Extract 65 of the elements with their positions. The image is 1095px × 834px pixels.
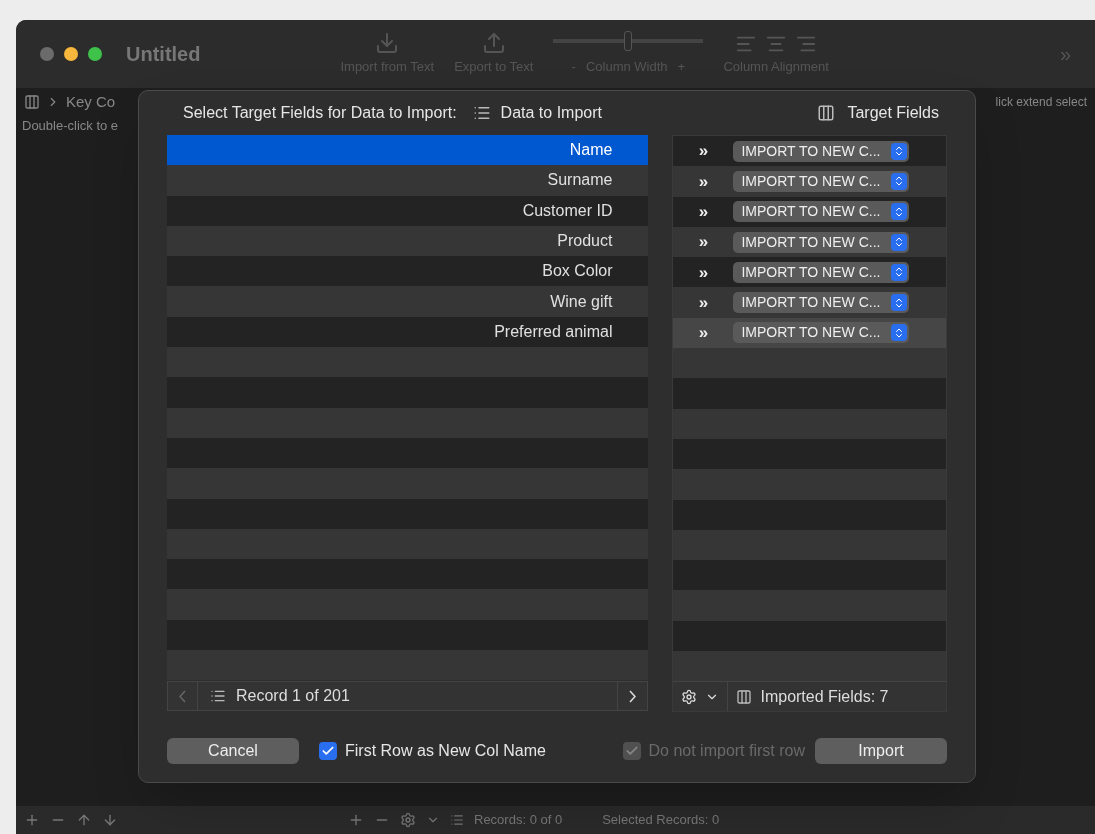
arrow-label: » <box>697 140 710 163</box>
window-title: Untitled <box>126 42 201 67</box>
source-field-row[interactable]: Wine gift <box>167 286 649 317</box>
hint-text: Double-click to e <box>21 117 120 135</box>
target-dropdown[interactable]: IMPORT TO NEW C... <box>733 261 910 283</box>
target-field-row[interactable]: » IMPORT TO NEW C... <box>673 317 946 349</box>
arrow-label: » <box>697 231 710 254</box>
columns-icon <box>24 94 40 110</box>
share-icon <box>481 31 506 56</box>
checkbox[interactable] <box>319 742 337 761</box>
records-count: Records: 0 of 0 <box>474 811 563 830</box>
source-field-row[interactable]: Surname <box>167 165 649 196</box>
target-field-row[interactable]: » IMPORT TO NEW C... <box>673 196 946 227</box>
column-header: Data to Import <box>500 103 602 123</box>
target-field-row[interactable]: » IMPORT TO NEW C... <box>673 226 946 258</box>
stepper-icon <box>891 324 908 342</box>
target-field-row[interactable]: » IMPORT TO NEW C... <box>673 257 946 288</box>
import-button[interactable]: Import <box>815 738 947 765</box>
breadcrumb: Key Co <box>66 91 116 112</box>
list-icon <box>472 104 491 122</box>
stepper-icon <box>891 233 908 251</box>
source-field-row[interactable]: Preferred animal <box>167 316 649 348</box>
add-icon[interactable] <box>348 812 364 828</box>
source-field-row[interactable]: Box Color <box>167 256 649 287</box>
column-header: Target Fields <box>847 103 939 123</box>
source-field-row[interactable]: Product <box>167 225 649 257</box>
chevron-left-icon <box>179 689 186 703</box>
target-field-row[interactable]: » IMPORT TO NEW C... <box>673 287 946 318</box>
download-tray-icon <box>375 31 400 56</box>
target-dropdown[interactable]: IMPORT TO NEW C... <box>733 201 910 223</box>
target-field-row[interactable]: » IMPORT TO NEW C... <box>673 166 946 197</box>
chevron-right-icon <box>629 689 637 703</box>
cancel-button[interactable]: Cancel <box>167 738 299 765</box>
columns-icon <box>736 688 753 705</box>
list-icon <box>450 813 464 827</box>
source-field-row[interactable]: Customer ID <box>167 195 649 226</box>
target-dropdown[interactable]: IMPORT TO NEW C... <box>733 322 910 344</box>
target-dropdown[interactable]: IMPORT TO NEW C... <box>733 231 910 253</box>
stepper-icon <box>891 172 908 190</box>
add-icon[interactable] <box>24 812 40 828</box>
arrow-label: » <box>697 261 710 284</box>
target-dropdown[interactable]: IMPORT TO NEW C... <box>733 140 910 162</box>
record-counter: Record 1 of 201 <box>236 686 350 707</box>
arrow-label: » <box>697 291 710 314</box>
arrow-label: » <box>697 170 710 193</box>
selected-records: Selected Records: 0 <box>602 811 720 830</box>
stepper-icon <box>891 294 908 312</box>
target-field-row[interactable]: » IMPORT TO NEW C... <box>673 136 946 167</box>
hint-text: lick extend select <box>995 94 1087 111</box>
gear-icon <box>681 688 698 705</box>
slider-thumb[interactable] <box>624 31 633 52</box>
stepper-icon <box>891 203 908 221</box>
arrow-label: » <box>697 201 710 223</box>
imported-fields-count: Imported Fields: 7 <box>760 686 889 707</box>
target-dropdown[interactable]: IMPORT TO NEW C... <box>733 170 910 192</box>
stepper-icon <box>891 263 908 281</box>
stepper-icon <box>891 142 908 160</box>
source-field-row[interactable]: Name <box>167 135 649 166</box>
arrow-label: » <box>697 322 710 345</box>
settings-icon[interactable] <box>400 812 416 828</box>
dialog-heading: Select Target Fields for Data to Import: <box>183 103 457 123</box>
checkbox-label: First Row as New Col Name <box>345 741 546 762</box>
target-dropdown[interactable]: IMPORT TO NEW C... <box>733 292 910 314</box>
columns-icon <box>817 104 836 122</box>
checkbox-label: Do not import first row <box>648 741 805 762</box>
